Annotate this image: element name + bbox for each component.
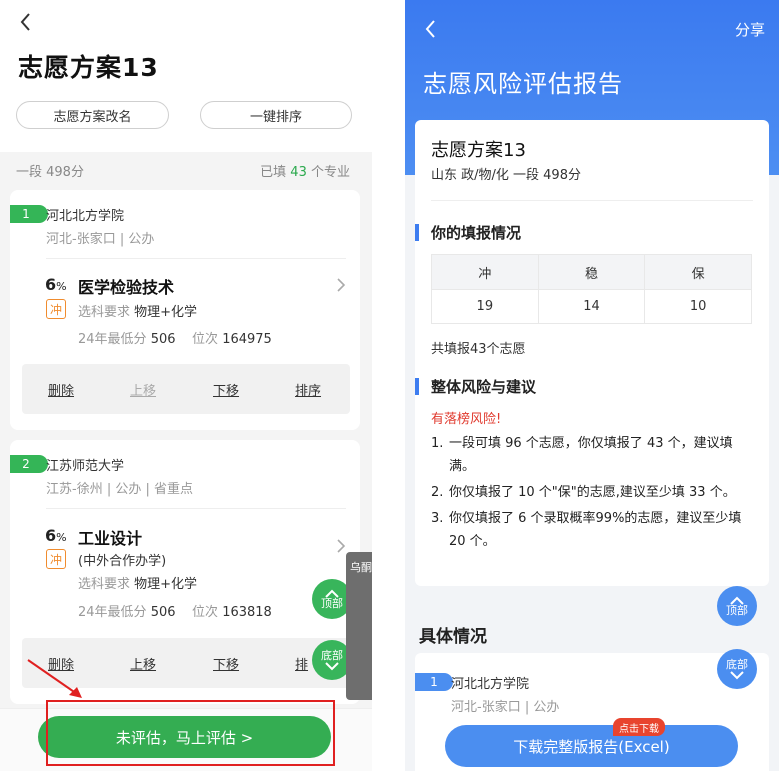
filled-count-text: 已填 43 个专业: [260, 161, 350, 180]
chevron-down-icon: [325, 661, 339, 670]
subject-requirement: 选科要求 物理+化学: [78, 305, 198, 320]
table-header: 稳: [537, 254, 646, 290]
chevron-right-icon[interactable]: [336, 538, 346, 554]
card-divider: [46, 508, 346, 509]
move-down-button[interactable]: 下移: [213, 380, 239, 399]
score-text: 一段 498分: [16, 165, 84, 180]
page-title: 志愿风险评估报告: [423, 70, 623, 98]
scroll-bottom-label: 底部: [321, 648, 343, 662]
table-cell: 19: [431, 289, 539, 324]
back-arrow-icon[interactable]: [423, 18, 439, 40]
move-up-button[interactable]: 上移: [130, 380, 156, 399]
card-divider: [46, 258, 346, 259]
chevron-right-icon[interactable]: [336, 277, 346, 293]
advice-item: 3. 你仅填报了 6 个录取概率99%的志愿，建议至少填 20 个。: [431, 511, 742, 549]
annotation-highlight-box: [46, 700, 335, 766]
choice-index-badge: 2: [10, 455, 48, 473]
table-header: 冲: [431, 254, 539, 290]
side-floating-tab[interactable]: 乌酮: [346, 552, 372, 700]
reorder-button[interactable]: 排序: [295, 380, 321, 399]
card-actions: 删除 上移 下移 排序: [22, 364, 350, 414]
table-cell: 14: [537, 289, 646, 324]
school-name[interactable]: 江苏师范大学: [46, 455, 124, 474]
reorder-button[interactable]: 排: [295, 654, 308, 673]
risk-warning: 有落榜风险!: [431, 412, 502, 427]
delete-button[interactable]: 删除: [48, 380, 74, 399]
choice-index-badge: 1: [415, 673, 453, 691]
chevron-down-icon: [730, 670, 744, 679]
school-location: 河北-张家口 | 公办: [46, 232, 155, 247]
report-card: 志愿方案13 山东 政/物/化 一段 498分 你的填报情况 冲 稳 保 19 …: [415, 120, 769, 586]
scroll-top-label: 顶部: [321, 596, 343, 610]
share-button[interactable]: 分享: [735, 19, 765, 40]
table-cell: 10: [644, 289, 752, 324]
school-location: 江苏-徐州 | 公办 | 省重点: [46, 482, 193, 497]
details-heading: 具体情况: [419, 627, 487, 647]
scroll-bottom-label: 底部: [726, 657, 748, 671]
last-year-score: 24年最低分 506 位次 163818: [78, 605, 272, 620]
one-click-sort-button[interactable]: 一键排序: [200, 101, 352, 129]
reach-tag: 冲: [46, 549, 66, 569]
reach-tag: 冲: [46, 299, 66, 319]
fill-status-table: 冲 稳 保 19 14 10: [431, 254, 752, 324]
school-location: 河北-张家口 | 公办: [451, 700, 560, 715]
plan-name: 志愿方案13: [431, 140, 526, 161]
back-arrow-icon[interactable]: [18, 11, 34, 33]
section-divider: [431, 200, 753, 201]
fill-status-heading: 你的填报情况: [415, 222, 521, 243]
admission-probability: 6%: [45, 526, 67, 545]
download-report-button[interactable]: 下载完整版报告(Excel): [445, 725, 738, 767]
major-name[interactable]: 工业设计: [78, 525, 142, 549]
scroll-bottom-button[interactable]: 底部: [717, 649, 757, 689]
advice-item: 1. 一段可填 96 个志愿，你仅填报了 43 个，建议填满。: [431, 436, 733, 474]
plan-header: 志愿方案13 志愿方案改名 一键排序: [0, 0, 372, 152]
screen-gap: [372, 0, 405, 771]
major-name[interactable]: 医学检验技术: [78, 274, 174, 298]
page-title: 志愿方案13: [18, 53, 159, 82]
filled-count: 43: [290, 165, 307, 180]
plan-info: 山东 政/物/化 一段 498分: [431, 168, 581, 183]
annotation-arrow-icon: [27, 659, 82, 698]
rename-plan-button[interactable]: 志愿方案改名: [16, 101, 169, 129]
advice-item: 2. 你仅填报了 10 个"保"的志愿,建议至少填 33 个。: [431, 485, 736, 500]
admission-probability: 6%: [45, 275, 67, 294]
left-screen: 志愿方案13 志愿方案改名 一键排序 一段 498分 已填 43 个专业 1 河…: [0, 0, 372, 771]
table-header: 保: [644, 254, 752, 290]
choice-index-badge: 1: [10, 205, 48, 223]
major-note: (中外合作办学): [78, 554, 167, 569]
scroll-top-button[interactable]: 顶部: [717, 586, 757, 626]
choice-card: 1 河北北方学院 河北-张家口 | 公办 6% 医学检验技术 冲 选科要求 物理…: [10, 190, 360, 430]
right-screen: 分享 志愿风险评估报告 志愿方案13 山东 政/物/化 一段 498分 你的填报…: [405, 0, 779, 771]
last-year-score: 24年最低分 506 位次 164975: [78, 332, 272, 347]
school-name[interactable]: 河北北方学院: [46, 205, 124, 224]
risk-advice-heading: 整体风险与建议: [415, 376, 536, 397]
click-download-tag: 点击下载: [613, 718, 665, 736]
plan-stats: 一段 498分 已填 43 个专业: [0, 152, 372, 186]
move-down-button[interactable]: 下移: [213, 654, 239, 673]
filled-prefix: 已填: [260, 165, 287, 180]
move-up-button[interactable]: 上移: [130, 654, 156, 673]
total-choices-text: 共填报43个志愿: [431, 342, 526, 357]
subject-requirement: 选科要求 物理+化学: [78, 577, 198, 592]
school-name[interactable]: 河北北方学院: [451, 673, 529, 692]
filled-suffix: 个专业: [310, 165, 350, 180]
scroll-top-label: 顶部: [726, 603, 748, 617]
